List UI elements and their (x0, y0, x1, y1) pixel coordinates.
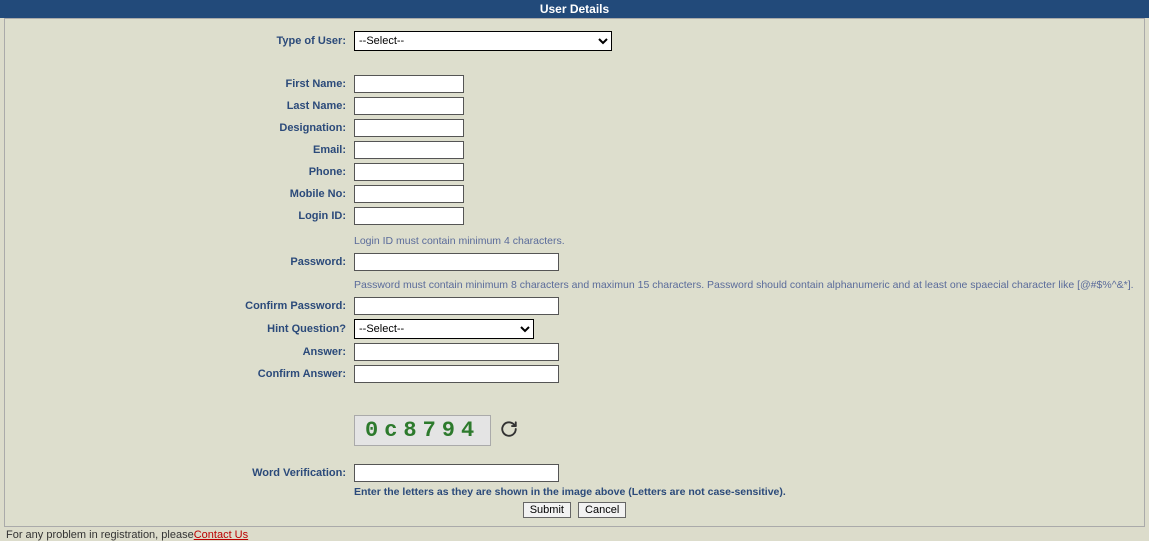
password-hint: Password must contain minimum 8 characte… (350, 273, 1144, 295)
word-verification-hint: Enter the letters as they are shown in t… (350, 484, 1144, 500)
label-first-name: First Name: (5, 73, 350, 95)
label-confirm-answer: Confirm Answer: (5, 363, 350, 385)
phone-input[interactable] (354, 163, 464, 181)
submit-button[interactable]: Submit (523, 502, 571, 518)
label-confirm-password: Confirm Password: (5, 295, 350, 317)
last-name-input[interactable] (354, 97, 464, 115)
login-id-input[interactable] (354, 207, 464, 225)
type-of-user-select[interactable]: --Select-- (354, 31, 612, 51)
label-hint-question: Hint Question? (5, 317, 350, 341)
answer-input[interactable] (354, 343, 559, 361)
designation-input[interactable] (354, 119, 464, 137)
confirm-answer-input[interactable] (354, 365, 559, 383)
mobile-input[interactable] (354, 185, 464, 203)
form-container: Type of User: --Select-- First Name: Las… (4, 18, 1145, 527)
label-password: Password: (5, 251, 350, 273)
label-email: Email: (5, 139, 350, 161)
label-type-of-user: Type of User: (5, 29, 350, 53)
page-header: User Details (0, 0, 1149, 18)
label-mobile: Mobile No: (5, 183, 350, 205)
form-table: Type of User: --Select-- First Name: Las… (5, 29, 1144, 520)
label-designation: Designation: (5, 117, 350, 139)
word-verification-input[interactable] (354, 464, 559, 482)
confirm-password-input[interactable] (354, 297, 559, 315)
first-name-input[interactable] (354, 75, 464, 93)
page-title: User Details (540, 2, 609, 16)
label-answer: Answer: (5, 341, 350, 363)
hint-question-select[interactable]: --Select-- (354, 319, 534, 339)
password-input[interactable] (354, 253, 559, 271)
email-input[interactable] (354, 141, 464, 159)
label-phone: Phone: (5, 161, 350, 183)
login-id-hint: Login ID must contain minimum 4 characte… (350, 227, 1144, 251)
captcha-image: 0c8794 (354, 415, 491, 446)
label-last-name: Last Name: (5, 95, 350, 117)
label-login-id: Login ID: (5, 205, 350, 227)
label-word-verification: Word Verification: (5, 462, 350, 484)
footer-text: For any problem in registration, please (6, 529, 194, 541)
refresh-captcha-icon[interactable] (500, 420, 518, 441)
cancel-button[interactable]: Cancel (578, 502, 626, 518)
contact-us-link[interactable]: Contact Us (194, 529, 248, 541)
footer: For any problem in registration, pleaseC… (0, 527, 1149, 541)
